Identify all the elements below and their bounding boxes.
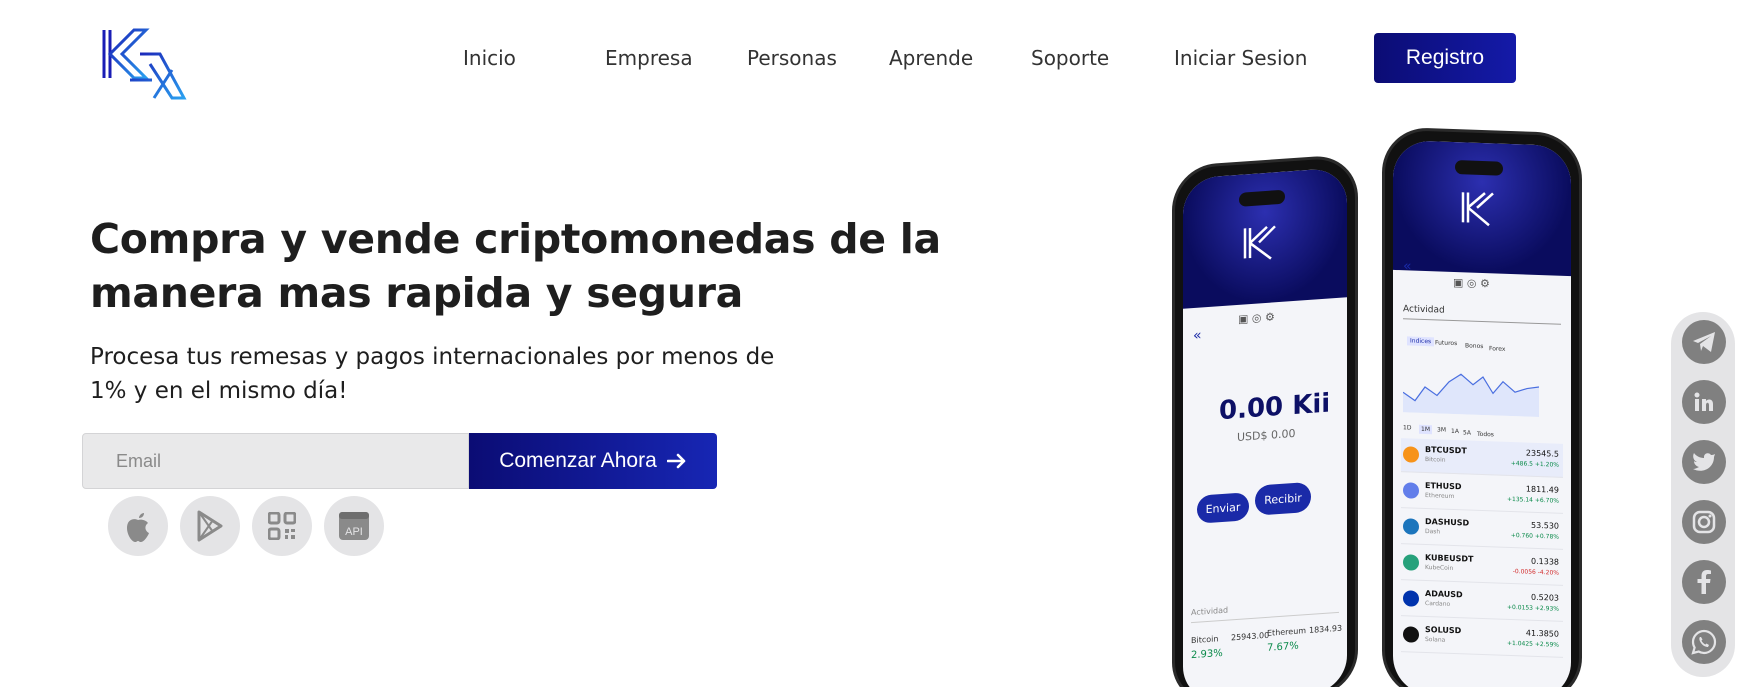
- email-field-wrapper: [82, 433, 469, 489]
- nav-iniciar-sesion[interactable]: Iniciar Sesion: [1174, 46, 1307, 70]
- ticker-btc-price: 25943.00: [1231, 630, 1270, 643]
- phone-mockup-left: « ▣ ◎ ⚙ 0.00 Kii USD$ 0.00 Enviar Recibi…: [1172, 153, 1358, 687]
- coin-symbol: SOLUSD: [1425, 625, 1462, 636]
- eth-coin-icon: [1403, 482, 1419, 499]
- coin-value: 0.1338: [1531, 556, 1559, 567]
- hero-title: Compra y vende criptomonedas de la maner…: [90, 215, 941, 317]
- range-1m[interactable]: 1M: [1419, 424, 1432, 435]
- coin-value: 41.3850: [1525, 628, 1559, 639]
- balance-usd: USD$ 0.00: [1237, 426, 1296, 444]
- ticker-btc-change: 2.93%: [1191, 647, 1223, 662]
- kubit-logo[interactable]: [100, 28, 192, 100]
- api-icon[interactable]: API: [324, 496, 384, 556]
- range-5a[interactable]: 5A: [1463, 429, 1471, 436]
- whatsapp-icon[interactable]: [1682, 620, 1726, 664]
- activity-label: Actividad: [1191, 605, 1229, 618]
- arrow-right-icon: [666, 453, 686, 469]
- list-item[interactable]: SOLUSD Solana 41.3850 +1.0425 +2.59%: [1401, 618, 1563, 658]
- store-icons: API: [108, 496, 384, 556]
- tab-futuros[interactable]: Futuros: [1435, 339, 1457, 347]
- receive-button[interactable]: Recibir: [1255, 481, 1311, 516]
- btc-coin-icon: [1403, 446, 1419, 463]
- register-button[interactable]: Registro: [1374, 33, 1516, 83]
- apple-icon[interactable]: [108, 496, 168, 556]
- divider: [1403, 318, 1561, 325]
- nav-personas[interactable]: Personas: [747, 46, 837, 70]
- list-item[interactable]: BTCUSDT Bitcoin 23545.5 +486.5 +1.20%: [1401, 438, 1563, 478]
- nav-aprende[interactable]: Aprende: [889, 46, 973, 70]
- list-item[interactable]: KUBEUSDT KubeCoin 0.1338 -0.0056 -4.20%: [1401, 546, 1563, 586]
- tab-bonos[interactable]: Bonos: [1465, 342, 1483, 350]
- coin-symbol: ADAUSD: [1425, 589, 1463, 600]
- activity-label: Actividad: [1403, 304, 1445, 316]
- coin-symbol: BTCUSDT: [1425, 445, 1467, 456]
- coin-change: +0.0153 +2.93%: [1506, 603, 1559, 613]
- sol-coin-icon: [1403, 626, 1419, 643]
- ticker-eth-price: 1834.93: [1309, 623, 1343, 635]
- nav-soporte[interactable]: Soporte: [1031, 46, 1109, 70]
- telegram-icon[interactable]: [1682, 320, 1726, 364]
- ada-coin-icon: [1403, 590, 1419, 607]
- coin-name: Ethereum: [1425, 492, 1455, 501]
- api-label: API: [345, 526, 363, 538]
- twitter-icon[interactable]: [1682, 440, 1726, 484]
- range-todos[interactable]: Todos: [1477, 431, 1494, 439]
- google-play-icon[interactable]: [180, 496, 240, 556]
- list-item[interactable]: ADAUSD Cardano 0.5203 +0.0153 +2.93%: [1401, 582, 1563, 622]
- coin-change: +0.760 +0.78%: [1510, 532, 1559, 541]
- social-sidebar: [1671, 312, 1735, 677]
- hero-subtitle: Procesa tus remesas y pagos internaciona…: [90, 344, 775, 404]
- wallet-icons: ▣ ◎ ⚙: [1238, 310, 1275, 326]
- list-item[interactable]: DASHUSD Dash 53.530 +0.760 +0.78%: [1401, 510, 1563, 550]
- email-input[interactable]: [83, 434, 468, 488]
- kubit-mark-icon: [1243, 225, 1276, 260]
- phone-mockup-right: « ▣ ◎ ⚙ Actividad Indices Futuros Bonos …: [1382, 126, 1582, 687]
- coin-symbol: DASHUSD: [1425, 517, 1470, 528]
- dash-coin-icon: [1403, 518, 1419, 535]
- range-1a[interactable]: 1A: [1451, 428, 1459, 435]
- kube-coin-icon: [1403, 554, 1419, 571]
- price-chart: [1403, 373, 1539, 417]
- back-chevron-icon[interactable]: «: [1193, 327, 1202, 344]
- coin-change: -0.0056 -4.20%: [1512, 568, 1559, 577]
- ticker-eth-name: Ethereum: [1267, 626, 1307, 638]
- nav-empresa[interactable]: Empresa: [605, 46, 693, 70]
- coin-value: 53.530: [1531, 520, 1559, 531]
- coin-value: 0.5203: [1531, 592, 1559, 603]
- coin-value: 1811.49: [1525, 484, 1559, 495]
- coin-symbol: KUBEUSDT: [1425, 553, 1474, 564]
- coin-name: Dash: [1425, 528, 1441, 536]
- list-item[interactable]: ETHUSD Ethereum 1811.49 +135.14 +6.70%: [1401, 474, 1563, 514]
- coin-change: +135.14 +6.70%: [1506, 495, 1559, 505]
- tab-forex[interactable]: Forex: [1489, 345, 1505, 353]
- send-button[interactable]: Enviar: [1197, 492, 1249, 524]
- nav-inicio[interactable]: Inicio: [463, 46, 516, 70]
- coin-value: 23545.5: [1525, 448, 1559, 459]
- coin-name: KubeCoin: [1425, 564, 1454, 572]
- instagram-icon[interactable]: [1682, 500, 1726, 544]
- coin-name: Solana: [1425, 636, 1446, 644]
- ticker-eth-change: 7.67%: [1267, 640, 1299, 654]
- start-now-button[interactable]: Comenzar Ahora: [469, 433, 717, 489]
- range-1d[interactable]: 1D: [1403, 424, 1411, 431]
- range-3m[interactable]: 3M: [1437, 426, 1446, 433]
- qr-code-icon[interactable]: [252, 496, 312, 556]
- facebook-icon[interactable]: [1682, 560, 1726, 604]
- coin-change: +1.0425 +2.59%: [1506, 639, 1559, 649]
- coin-symbol: ETHUSD: [1425, 481, 1462, 492]
- coin-change: +486.5 +1.20%: [1510, 460, 1559, 469]
- coin-name: Cardano: [1425, 600, 1451, 608]
- coin-name: Bitcoin: [1425, 456, 1446, 464]
- back-chevron-icon[interactable]: «: [1403, 258, 1412, 274]
- start-now-label: Comenzar Ahora: [499, 449, 657, 472]
- linkedin-icon[interactable]: [1682, 380, 1726, 424]
- ticker-btc-name: Bitcoin: [1191, 634, 1219, 646]
- tab-indices[interactable]: Indices: [1407, 336, 1435, 347]
- balance-value: 0.00 Kii: [1219, 388, 1331, 427]
- kubit-mark-icon: [1461, 192, 1494, 227]
- wallet-icons: ▣ ◎ ⚙: [1453, 275, 1490, 291]
